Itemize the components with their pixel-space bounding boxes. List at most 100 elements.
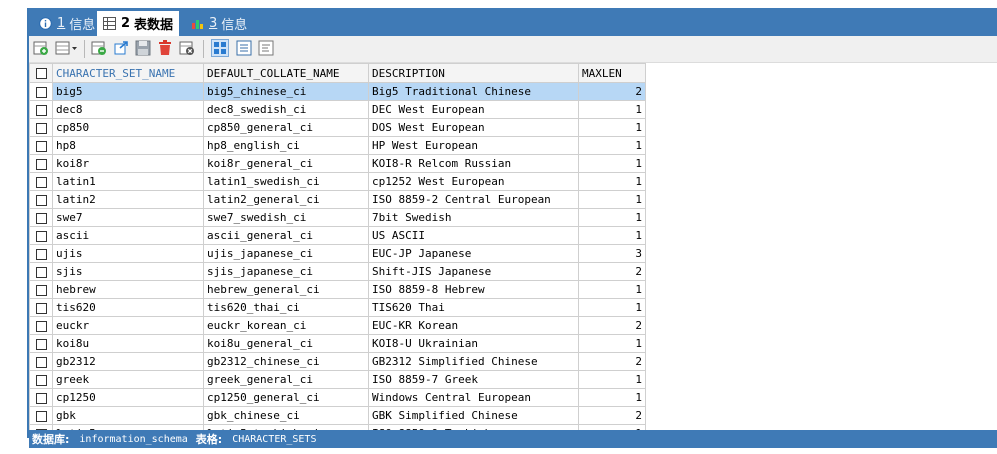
row-checkbox[interactable] bbox=[29, 316, 53, 335]
cell-description[interactable]: KOI8-R Relcom Russian bbox=[368, 154, 579, 173]
cell-charset-name[interactable]: koi8r bbox=[52, 154, 204, 173]
row-checkbox[interactable] bbox=[29, 208, 53, 227]
row-checkbox[interactable] bbox=[29, 262, 53, 281]
select-all-checkbox[interactable] bbox=[29, 63, 53, 83]
row-checkbox[interactable] bbox=[29, 388, 53, 407]
row-checkbox[interactable] bbox=[29, 118, 53, 137]
row-checkbox[interactable] bbox=[29, 82, 53, 101]
cell-charset-name[interactable]: ujis bbox=[52, 244, 204, 263]
column-header[interactable]: CHARACTER_SET_NAME bbox=[52, 63, 204, 83]
cell-charset-name[interactable]: koi8u bbox=[52, 334, 204, 353]
cell-description[interactable]: ISO 8859-8 Hebrew bbox=[368, 280, 579, 299]
cell-maxlen[interactable]: 2 bbox=[578, 262, 646, 281]
cell-charset-name[interactable]: latin2 bbox=[52, 190, 204, 209]
cell-collation[interactable]: dec8_swedish_ci bbox=[203, 100, 369, 119]
cell-charset-name[interactable]: swe7 bbox=[52, 208, 204, 227]
cell-description[interactable]: GB2312 Simplified Chinese bbox=[368, 352, 579, 371]
table-row[interactable]: latin2 latin2_general_ci ISO 8859-2 Centra… bbox=[29, 190, 646, 209]
grid-options-icon[interactable] bbox=[54, 39, 80, 57]
form-view-icon[interactable] bbox=[235, 39, 253, 57]
cell-charset-name[interactable]: gb2312 bbox=[52, 352, 204, 371]
cell-maxlen[interactable]: 3 bbox=[578, 244, 646, 263]
row-checkbox[interactable] bbox=[29, 244, 53, 263]
cell-collation[interactable]: gbk_chinese_ci bbox=[203, 406, 369, 425]
table-row[interactable]: latin1 latin1_swedish_ci cp1252 West Europ… bbox=[29, 172, 646, 191]
cell-maxlen[interactable]: 2 bbox=[578, 316, 646, 335]
table-row[interactable]: euckr euckr_korean_ci EUC-KR Korean 2 bbox=[29, 316, 646, 335]
cell-collation[interactable]: sjis_japanese_ci bbox=[203, 262, 369, 281]
table-row[interactable]: tis620 tis620_thai_ci TIS620 Thai 1 bbox=[29, 298, 646, 317]
delete-icon[interactable] bbox=[156, 39, 174, 57]
cell-description[interactable]: cp1252 West European bbox=[368, 172, 579, 191]
cell-maxlen[interactable]: 1 bbox=[578, 118, 646, 137]
cell-description[interactable]: HP West European bbox=[368, 136, 579, 155]
row-checkbox[interactable] bbox=[29, 406, 53, 425]
cell-charset-name[interactable]: gbk bbox=[52, 406, 204, 425]
column-header[interactable]: MAXLEN bbox=[578, 63, 646, 83]
cell-maxlen[interactable]: 1 bbox=[578, 226, 646, 245]
row-checkbox[interactable] bbox=[29, 154, 53, 173]
cell-charset-name[interactable]: big5 bbox=[52, 82, 204, 101]
table-row[interactable]: gb2312 gb2312_chinese_ci GB2312 Simplified… bbox=[29, 352, 646, 371]
row-checkbox[interactable] bbox=[29, 136, 53, 155]
table-row[interactable]: greek greek_general_ci ISO 8859-7 Greek 1 bbox=[29, 370, 646, 389]
table-row[interactable]: gbk gbk_chinese_ci GBK Simplified Chinese 2 bbox=[29, 406, 646, 425]
table-row[interactable]: hp8 hp8_english_ci HP West European 1 bbox=[29, 136, 646, 155]
table-row[interactable]: hebrew hebrew_general_ci ISO 8859-8 Hebrew… bbox=[29, 280, 646, 299]
cell-description[interactable]: Windows Central European bbox=[368, 388, 579, 407]
cell-maxlen[interactable]: 1 bbox=[578, 190, 646, 209]
cell-maxlen[interactable]: 1 bbox=[578, 136, 646, 155]
table-row[interactable]: swe7 swe7_swedish_ci 7bit Swedish 1 bbox=[29, 208, 646, 227]
cell-maxlen[interactable]: 1 bbox=[578, 334, 646, 353]
table-row[interactable]: ascii ascii_general_ci US ASCII 1 bbox=[29, 226, 646, 245]
cell-collation[interactable]: cp850_general_ci bbox=[203, 118, 369, 137]
cell-maxlen[interactable]: 1 bbox=[578, 298, 646, 317]
cell-maxlen[interactable]: 1 bbox=[578, 172, 646, 191]
table-row[interactable]: dec8 dec8_swedish_ci DEC West European 1 bbox=[29, 100, 646, 119]
cell-collation[interactable]: greek_general_ci bbox=[203, 370, 369, 389]
cell-collation[interactable]: swe7_swedish_ci bbox=[203, 208, 369, 227]
add-row-icon[interactable] bbox=[32, 39, 50, 57]
export-icon[interactable] bbox=[112, 39, 130, 57]
cell-description[interactable]: GBK Simplified Chinese bbox=[368, 406, 579, 425]
text-view-icon[interactable] bbox=[257, 39, 275, 57]
cell-collation[interactable]: ascii_general_ci bbox=[203, 226, 369, 245]
cell-collation[interactable]: koi8u_general_ci bbox=[203, 334, 369, 353]
clear-icon[interactable] bbox=[178, 39, 196, 57]
table-row[interactable]: big5 big5_chinese_ci Big5 Traditional Chin… bbox=[29, 82, 646, 101]
cell-collation[interactable]: latin1_swedish_ci bbox=[203, 172, 369, 191]
cell-collation[interactable]: big5_chinese_ci bbox=[203, 82, 369, 101]
column-header[interactable]: DEFAULT_COLLATE_NAME bbox=[203, 63, 369, 83]
cell-maxlen[interactable]: 2 bbox=[578, 352, 646, 371]
cell-collation[interactable]: tis620_thai_ci bbox=[203, 298, 369, 317]
row-checkbox[interactable] bbox=[29, 370, 53, 389]
cell-description[interactable]: 7bit Swedish bbox=[368, 208, 579, 227]
save-icon[interactable] bbox=[134, 39, 152, 57]
insert-copy-icon[interactable] bbox=[90, 39, 108, 57]
row-checkbox[interactable] bbox=[29, 352, 53, 371]
cell-description[interactable]: TIS620 Thai bbox=[368, 298, 579, 317]
cell-description[interactable]: KOI8-U Ukrainian bbox=[368, 334, 579, 353]
grid-view-icon[interactable] bbox=[211, 39, 229, 57]
cell-description[interactable]: DOS West European bbox=[368, 118, 579, 137]
cell-charset-name[interactable]: sjis bbox=[52, 262, 204, 281]
cell-description[interactable]: EUC-KR Korean bbox=[368, 316, 579, 335]
row-checkbox[interactable] bbox=[29, 226, 53, 245]
cell-maxlen[interactable]: 2 bbox=[578, 82, 646, 101]
cell-charset-name[interactable]: hebrew bbox=[52, 280, 204, 299]
cell-description[interactable]: ISO 8859-2 Central European bbox=[368, 190, 579, 209]
table-row[interactable]: ujis ujis_japanese_ci EUC-JP Japanese 3 bbox=[29, 244, 646, 263]
table-row[interactable]: koi8u koi8u_general_ci KOI8-U Ukrainian 1 bbox=[29, 334, 646, 353]
cell-collation[interactable]: latin2_general_ci bbox=[203, 190, 369, 209]
cell-charset-name[interactable]: cp1250 bbox=[52, 388, 204, 407]
cell-description[interactable]: EUC-JP Japanese bbox=[368, 244, 579, 263]
cell-charset-name[interactable]: cp850 bbox=[52, 118, 204, 137]
cell-maxlen[interactable]: 1 bbox=[578, 208, 646, 227]
cell-maxlen[interactable]: 1 bbox=[578, 280, 646, 299]
cell-charset-name[interactable]: euckr bbox=[52, 316, 204, 335]
tab-table-data[interactable]: 2 表数据 bbox=[97, 11, 180, 36]
cell-description[interactable]: Big5 Traditional Chinese bbox=[368, 82, 579, 101]
row-checkbox[interactable] bbox=[29, 334, 53, 353]
cell-collation[interactable]: euckr_korean_ci bbox=[203, 316, 369, 335]
cell-collation[interactable]: cp1250_general_ci bbox=[203, 388, 369, 407]
